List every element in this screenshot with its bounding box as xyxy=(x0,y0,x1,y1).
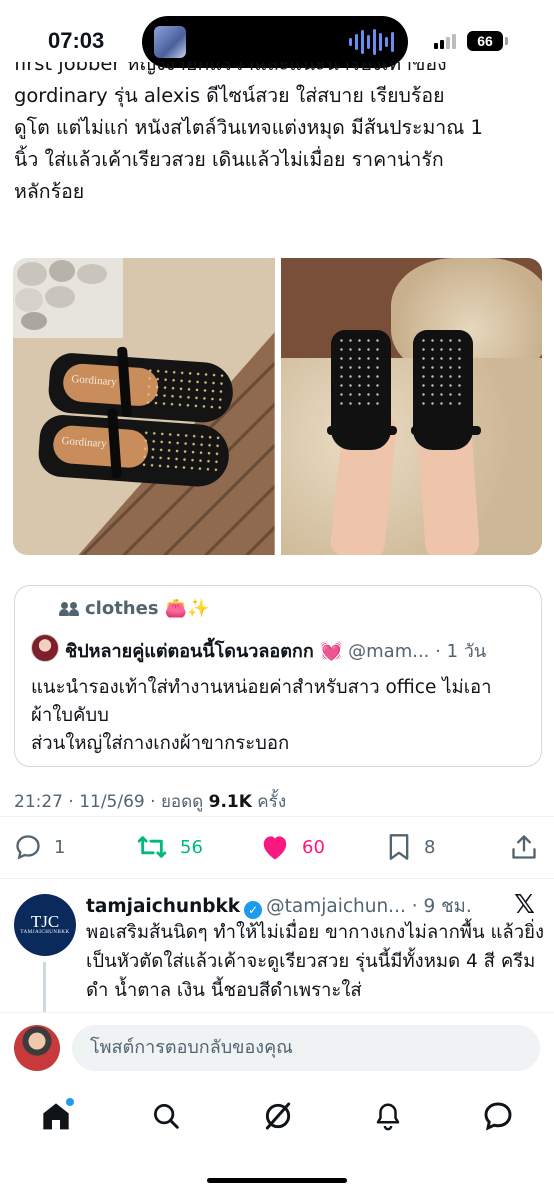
reply-composer: โพสต์การตอบกลับของคุณ xyxy=(0,1012,554,1080)
signal-icon xyxy=(434,34,456,49)
x-logo-icon: 𝕏 xyxy=(514,890,535,920)
shoe-left: Gordinary xyxy=(47,346,235,425)
repost-count: 56 xyxy=(180,836,203,858)
tab-grok[interactable] xyxy=(258,1096,298,1136)
tab-search[interactable] xyxy=(146,1096,186,1136)
tweet-text: first jobber หญิงง่ายกแร้วาและแนะนำรองเท… xyxy=(14,62,544,208)
home-indicator xyxy=(207,1178,347,1183)
tweet-line: first jobber หญิงง่ายกแร้วาและแนะนำรองเท… xyxy=(14,62,447,75)
tweet-line: ดูโต แต่ไม่แก่ หนังสไตล์วินเทจแต่งหมุด ม… xyxy=(14,116,483,139)
audio-waveform-icon xyxy=(349,28,394,56)
now-playing-artwork xyxy=(154,26,186,58)
tweet-line: หลักร้อย xyxy=(14,180,85,203)
bottom-tab-bar xyxy=(0,1082,554,1152)
like-button[interactable]: 60 xyxy=(260,830,325,864)
bookmark-icon xyxy=(389,834,409,860)
photo-shoes-worn[interactable] xyxy=(280,258,542,555)
repost-icon xyxy=(137,836,167,858)
pebbles xyxy=(13,258,123,338)
quoted-tweet[interactable]: clothes 👛✨ ชิปหลายคู่แต่ตอนนี้โดนวลอตกก … xyxy=(14,585,542,767)
tab-notifications[interactable] xyxy=(368,1096,408,1136)
quoted-author-line: ชิปหลายคู่แต่ตอนนี้โดนวลอตกก 💓 @mam... ·… xyxy=(65,636,535,665)
divider xyxy=(0,816,554,817)
quoted-line: ส่วนใหญ่ใส่กางเกงผ้าขากระบอก xyxy=(31,733,290,754)
search-icon xyxy=(154,1104,179,1129)
reply-count: 1 xyxy=(54,836,66,858)
share-icon xyxy=(512,835,536,859)
bell-icon xyxy=(376,1103,400,1131)
photo-shoes-on-deck[interactable]: Gordinary Gordinary xyxy=(13,258,275,555)
notification-dot xyxy=(66,1098,74,1106)
tweet-timestamp: 21:27 · 11/5/69 · ยอดดู 9.1K ครั้ง xyxy=(14,788,286,815)
reply-tweet-text: พอเสริมส้นนิดๆ ทำให้ไม่เมื่อย ขากางเกงไม… xyxy=(86,922,544,1001)
like-count: 60 xyxy=(302,836,325,858)
tweet-media[interactable]: Gordinary Gordinary xyxy=(13,258,542,555)
views-suffix: ครั้ง xyxy=(251,792,287,812)
reply-author-name[interactable]: tamjaichunbkk xyxy=(86,896,240,917)
community-label[interactable]: clothes 👛✨ xyxy=(59,598,210,619)
grok-icon xyxy=(265,1102,291,1130)
tweet-actions: 1 56 60 8 xyxy=(0,830,554,864)
tab-messages[interactable] xyxy=(478,1096,518,1136)
share-button[interactable] xyxy=(510,830,538,864)
repost-button[interactable]: 56 xyxy=(136,830,203,864)
quoted-author-handle: @mam... · 1 วัน xyxy=(342,641,487,662)
heart-icon xyxy=(263,836,287,860)
tweet-line: gordinary รุ่น alexis ดีไซน์สวย ใส่สบาย … xyxy=(14,84,445,107)
tab-home[interactable] xyxy=(36,1096,76,1136)
reply-author-avatar[interactable]: TJC TAMJAICHUNBKK xyxy=(14,894,76,956)
reply-author-handle: @tamjaichun... · 9 ชม. xyxy=(266,896,472,917)
ankle-strap xyxy=(410,426,481,435)
thread-line xyxy=(43,962,46,1012)
battery-cap xyxy=(505,37,508,45)
reply-icon xyxy=(16,835,40,860)
chat-icon xyxy=(484,1102,512,1131)
view-count[interactable]: 9.1K xyxy=(209,792,252,812)
community-name: clothes 👛✨ xyxy=(85,598,210,619)
shoe-right: Gordinary xyxy=(37,408,231,489)
reply-button[interactable]: 1 xyxy=(14,830,65,864)
reply-input[interactable]: โพสต์การตอบกลับของคุณ xyxy=(72,1025,540,1071)
avatar-logo-subtext: TAMJAICHUNBKK xyxy=(20,930,70,935)
battery-icon: 66 xyxy=(467,31,503,51)
clock: 07:03 xyxy=(48,28,105,53)
my-avatar[interactable] xyxy=(14,1025,60,1071)
dynamic-island[interactable] xyxy=(142,16,408,68)
quoted-author-avatar[interactable] xyxy=(31,634,59,662)
quoted-tweet-text: แนะนำรองเท้าใส่ทำงานหน่อยค่าสำหรับสาว of… xyxy=(31,674,531,758)
bookmark-button[interactable]: 8 xyxy=(386,830,435,864)
quoted-line: ผ้าใบคับบ xyxy=(31,705,109,726)
rug xyxy=(280,358,542,555)
tweet-line: นิ้ว ใส่แล้วเค้าเรียวสวย เดินแล้วไม่เมื่… xyxy=(14,148,444,171)
divider xyxy=(0,878,554,879)
verified-badge-icon: ✓ xyxy=(244,901,263,919)
avatar-logo-text: TJC xyxy=(30,912,60,931)
community-icon xyxy=(59,601,79,616)
quoted-author-name[interactable]: ชิปหลายคู่แต่ตอนนี้โดนวลอตกก 💓 xyxy=(65,641,342,662)
reply-author-line: tamjaichunbkk ✓ @tamjaichun... · 9 ชม. xyxy=(86,892,506,921)
timestamp-text: 21:27 · 11/5/69 · ยอดดู xyxy=(14,792,209,812)
ankle-strap xyxy=(326,426,397,435)
quoted-line: แนะนำรองเท้าใส่ทำงานหน่อยค่าสำหรับสาว of… xyxy=(31,677,492,698)
bookmark-count: 8 xyxy=(424,836,436,858)
